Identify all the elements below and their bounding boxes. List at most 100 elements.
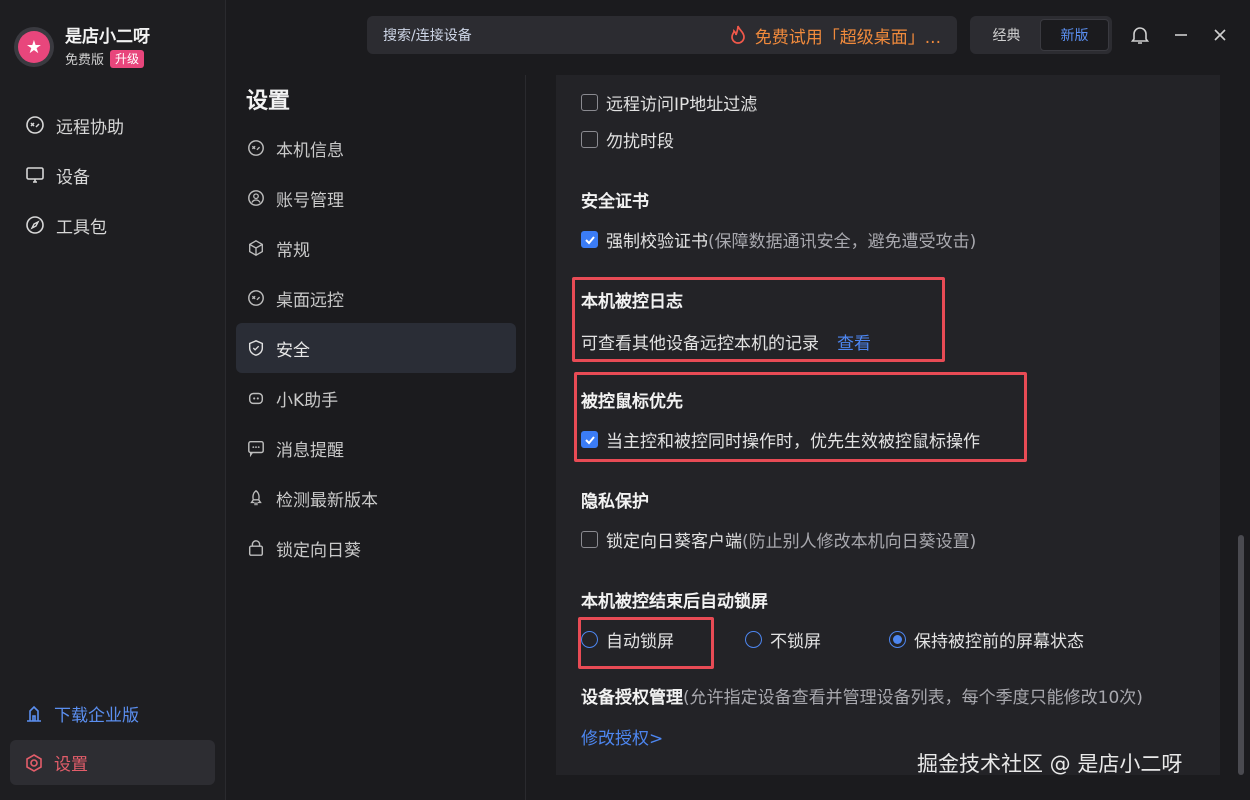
bell-icon[interactable]	[1129, 24, 1151, 46]
close-icon[interactable]	[1209, 24, 1231, 46]
promo-banner[interactable]: 免费试用「超级桌面」...	[729, 23, 941, 48]
search-placeholder: 搜索/连接设备	[383, 28, 472, 44]
option-label: 强制校验证书	[606, 232, 708, 252]
message-icon	[246, 438, 266, 458]
section-title-cert: 安全证书	[581, 192, 649, 212]
user-icon	[246, 188, 266, 208]
new-mode-button[interactable]: 新版	[1040, 19, 1109, 51]
device-auth-row: 设备授权管理 (允许指定设备查看并管理设备列表，每个季度只能修改10次)	[581, 683, 1143, 708]
menu-label: 本机信息	[276, 140, 344, 161]
section-title-auth: 设备授权管理	[581, 688, 683, 708]
lock-icon	[246, 538, 266, 558]
menu-item-k-assistant[interactable]: 小K助手	[236, 373, 516, 423]
radio-auto-lock[interactable]: 自动锁屏	[581, 627, 674, 652]
radio-button[interactable]	[745, 631, 762, 648]
menu-label: 消息提醒	[276, 440, 344, 461]
radio-button[interactable]	[581, 631, 598, 648]
gear-icon	[24, 753, 44, 773]
rocket-icon	[246, 488, 266, 508]
checkbox[interactable]	[581, 94, 598, 111]
modify-auth-link[interactable]: 修改授权>	[581, 724, 663, 749]
option-label: 锁定向日葵客户端	[606, 532, 742, 552]
nav-item-settings[interactable]: 设置	[10, 740, 215, 785]
remote-icon	[246, 288, 266, 308]
download-enterprise-link[interactable]: 下载企业版	[24, 700, 139, 726]
option-label: 勿扰时段	[606, 132, 674, 152]
menu-item-check-update[interactable]: 检测最新版本	[236, 473, 516, 523]
upgrade-button[interactable]: 升级	[110, 49, 145, 68]
option-hint: (防止别人修改本机向日葵设置)	[742, 532, 977, 552]
nav-label: 设备	[56, 167, 90, 188]
menu-item-general[interactable]: 常规	[236, 223, 516, 273]
nav-item-devices[interactable]: 设备	[0, 150, 226, 200]
nav-item-remote-assist[interactable]: 远程协助	[0, 100, 226, 150]
view-log-link[interactable]: 查看	[837, 329, 871, 354]
menu-label: 安全	[276, 340, 310, 361]
menu-label: 桌面远控	[276, 290, 344, 311]
menu-label: 常规	[276, 240, 310, 261]
lock-client-option[interactable]: 锁定向日葵客户端 (防止别人修改本机向日葵设置)	[581, 527, 976, 552]
section-title-mouse: 被控鼠标优先	[581, 392, 683, 412]
settings-content[interactable]: 远程访问IP地址过滤 勿扰时段 安全证书 强制校验证书 (保障数据通讯安全，避免…	[556, 75, 1220, 775]
search-input[interactable]: 搜索/连接设备 免费试用「超级桌面」...	[367, 16, 957, 54]
menu-item-notifications[interactable]: 消息提醒	[236, 423, 516, 473]
checkbox[interactable]	[581, 531, 598, 548]
menu-item-desktop-remote[interactable]: 桌面远控	[236, 273, 516, 323]
radio-button-checked[interactable]	[889, 631, 906, 648]
section-title-autolock: 本机被控结束后自动锁屏	[581, 592, 768, 612]
nav-label: 工具包	[56, 217, 107, 238]
minimize-icon[interactable]	[1170, 24, 1192, 46]
remote-icon	[246, 138, 266, 158]
radio-no-lock[interactable]: 不锁屏	[745, 627, 821, 652]
log-row: 可查看其他设备远控本机的记录 查看	[581, 329, 871, 354]
force-cert-option[interactable]: 强制校验证书 (保障数据通讯安全，避免遭受攻击)	[581, 227, 976, 252]
remote-icon	[24, 114, 46, 136]
nav-item-toolkit[interactable]: 工具包	[0, 200, 226, 250]
cube-icon	[246, 238, 266, 258]
building-icon	[24, 703, 44, 723]
settings-menu: 设置 本机信息 账号管理 常规 桌面远控 安全 小K助手 消息提醒 检测最新版本…	[226, 75, 526, 800]
radio-label: 保持被控前的屏幕状态	[914, 632, 1084, 652]
avatar[interactable]: ★	[14, 27, 54, 67]
scrollbar[interactable]	[1238, 535, 1244, 775]
settings-label: 设置	[54, 755, 88, 775]
section-title-log: 本机被控日志	[581, 292, 683, 312]
radio-label: 自动锁屏	[606, 632, 674, 652]
user-name: 是店小二呀	[65, 27, 150, 47]
mode-switch: 经典 新版	[970, 16, 1112, 54]
mouse-priority-option[interactable]: 当主控和被控同时操作时，优先生效被控鼠标操作	[581, 427, 980, 452]
checkbox[interactable]	[581, 131, 598, 148]
menu-item-security[interactable]: 安全	[236, 323, 516, 373]
section-title-privacy: 隐私保护	[581, 492, 649, 512]
checkbox-checked[interactable]	[581, 431, 598, 448]
menu-label: 检测最新版本	[276, 490, 378, 511]
brand[interactable]: ★ 是店小二呀 免费版 升级	[14, 26, 150, 68]
fire-icon	[729, 25, 747, 45]
download-label: 下载企业版	[54, 705, 139, 726]
promo-text: 免费试用「超级桌面」...	[754, 27, 941, 48]
classic-mode-button[interactable]: 经典	[973, 19, 1040, 51]
option-hint: (保障数据通讯安全，避免遭受攻击)	[708, 232, 977, 252]
radio-keep-state[interactable]: 保持被控前的屏幕状态	[889, 627, 1084, 652]
menu-item-device-info[interactable]: 本机信息	[236, 123, 516, 173]
dnd-period-option[interactable]: 勿扰时段	[581, 127, 674, 152]
auth-hint: (允许指定设备查看并管理设备列表，每个季度只能修改10次)	[683, 688, 1143, 708]
left-sidebar: ★ 是店小二呀 免费版 升级 远程协助 设备 工具包 下载企业版 设置	[0, 0, 226, 800]
checkbox-checked[interactable]	[581, 231, 598, 248]
nav-label: 远程协助	[56, 117, 124, 138]
option-label: 当主控和被控同时操作时，优先生效被控鼠标操作	[606, 432, 980, 452]
menu-label: 锁定向日葵	[276, 540, 361, 561]
star-icon: ★	[18, 31, 50, 63]
main-nav: 远程协助 设备 工具包	[0, 100, 226, 250]
option-label: 远程访问IP地址过滤	[606, 95, 758, 115]
log-description: 可查看其他设备远控本机的记录	[581, 334, 819, 354]
ip-filter-option[interactable]: 远程访问IP地址过滤	[581, 90, 757, 115]
monitor-icon	[24, 164, 46, 186]
plan-label: 免费版	[65, 53, 105, 68]
menu-item-account[interactable]: 账号管理	[236, 173, 516, 223]
bot-icon	[246, 388, 266, 408]
radio-label: 不锁屏	[770, 632, 821, 652]
menu-item-lock-sunlogin[interactable]: 锁定向日葵	[236, 523, 516, 573]
watermark: 掘金技术社区 @ 是店小二呀	[917, 752, 1183, 776]
menu-label: 账号管理	[276, 190, 344, 211]
